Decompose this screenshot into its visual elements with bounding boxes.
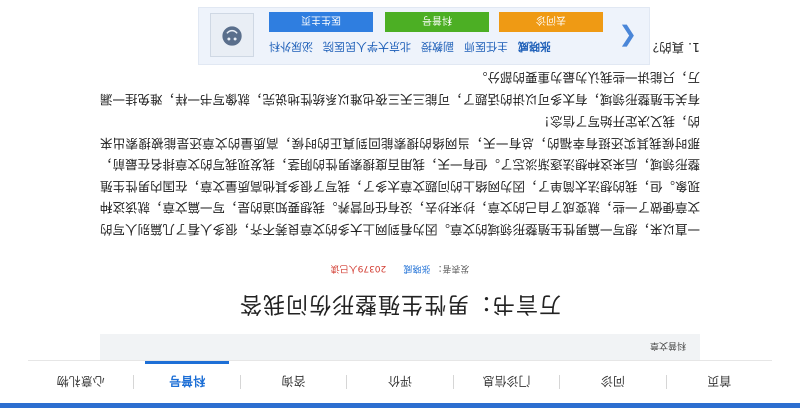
- top-accent-bar: [0, 403, 800, 408]
- breadcrumb-label: 科普文章: [649, 340, 686, 351]
- tab-gifts[interactable]: 心意礼物: [28, 361, 133, 403]
- article-paragraph: 有关生殖整形领域，有太多可以讲的话题了，可能三天三夜也难以系统性地说完，就像写书…: [99, 70, 700, 108]
- kepu-button[interactable]: 科普号: [385, 12, 489, 32]
- doctor-hospital[interactable]: 北京大学人民医院: [323, 39, 411, 55]
- doctor-home-button[interactable]: 医生主页: [269, 12, 373, 32]
- tab-kepu[interactable]: 科普号: [134, 361, 239, 403]
- read-count: 20379人已读: [330, 263, 387, 273]
- page-rotated-180: 首页 问诊 门诊信息 评价 咨询 科普号 心意礼物 科普文章 万言书：男性生殖整…: [0, 0, 800, 408]
- tab-consult-online[interactable]: 问诊: [560, 361, 665, 403]
- doctor-title: 主任医师: [464, 40, 508, 53]
- tab-questions[interactable]: 咨询: [241, 361, 346, 403]
- doctor-name[interactable]: 张晓威: [518, 39, 551, 55]
- doctor-nav-tabs: 首页 问诊 门诊信息 评价 咨询 科普号 心意礼物: [28, 360, 772, 403]
- tab-clinic-info[interactable]: 门诊信息: [454, 361, 559, 403]
- breadcrumb: 科普文章: [100, 334, 700, 360]
- author-link[interactable]: 张晓威: [403, 263, 430, 273]
- doctor-info-line: 张晓威 主任医师 副教授 北京大学人民医院 泌尿外科: [269, 39, 629, 55]
- consult-button[interactable]: 去问诊: [499, 12, 603, 32]
- tab-home[interactable]: 首页: [667, 361, 772, 403]
- doctor-department[interactable]: 泌尿外科: [269, 39, 313, 55]
- article-paragraph: 一直以来，想写一篇男性生殖整形领域的文章。因为看到网上大多的文章良莠不齐，很多人…: [99, 114, 700, 238]
- article-meta: 发表者： 张晓威 20379人已读: [100, 263, 700, 276]
- doctor-rank: 副教授: [421, 40, 454, 53]
- chevron-left-icon[interactable]: ❮: [619, 24, 637, 49]
- doctor-card: ☻ 张晓威 主任医师 副教授 北京大学人民医院 泌尿外科 医生主页 科普号 去问…: [198, 7, 650, 65]
- page-title: 万言书：男性生殖整形伤问我答: [239, 291, 562, 316]
- tab-reviews[interactable]: 评价: [347, 361, 452, 403]
- doctor-avatar-icon[interactable]: ☻: [210, 13, 254, 57]
- meta-prefix: 发表者：: [433, 263, 470, 273]
